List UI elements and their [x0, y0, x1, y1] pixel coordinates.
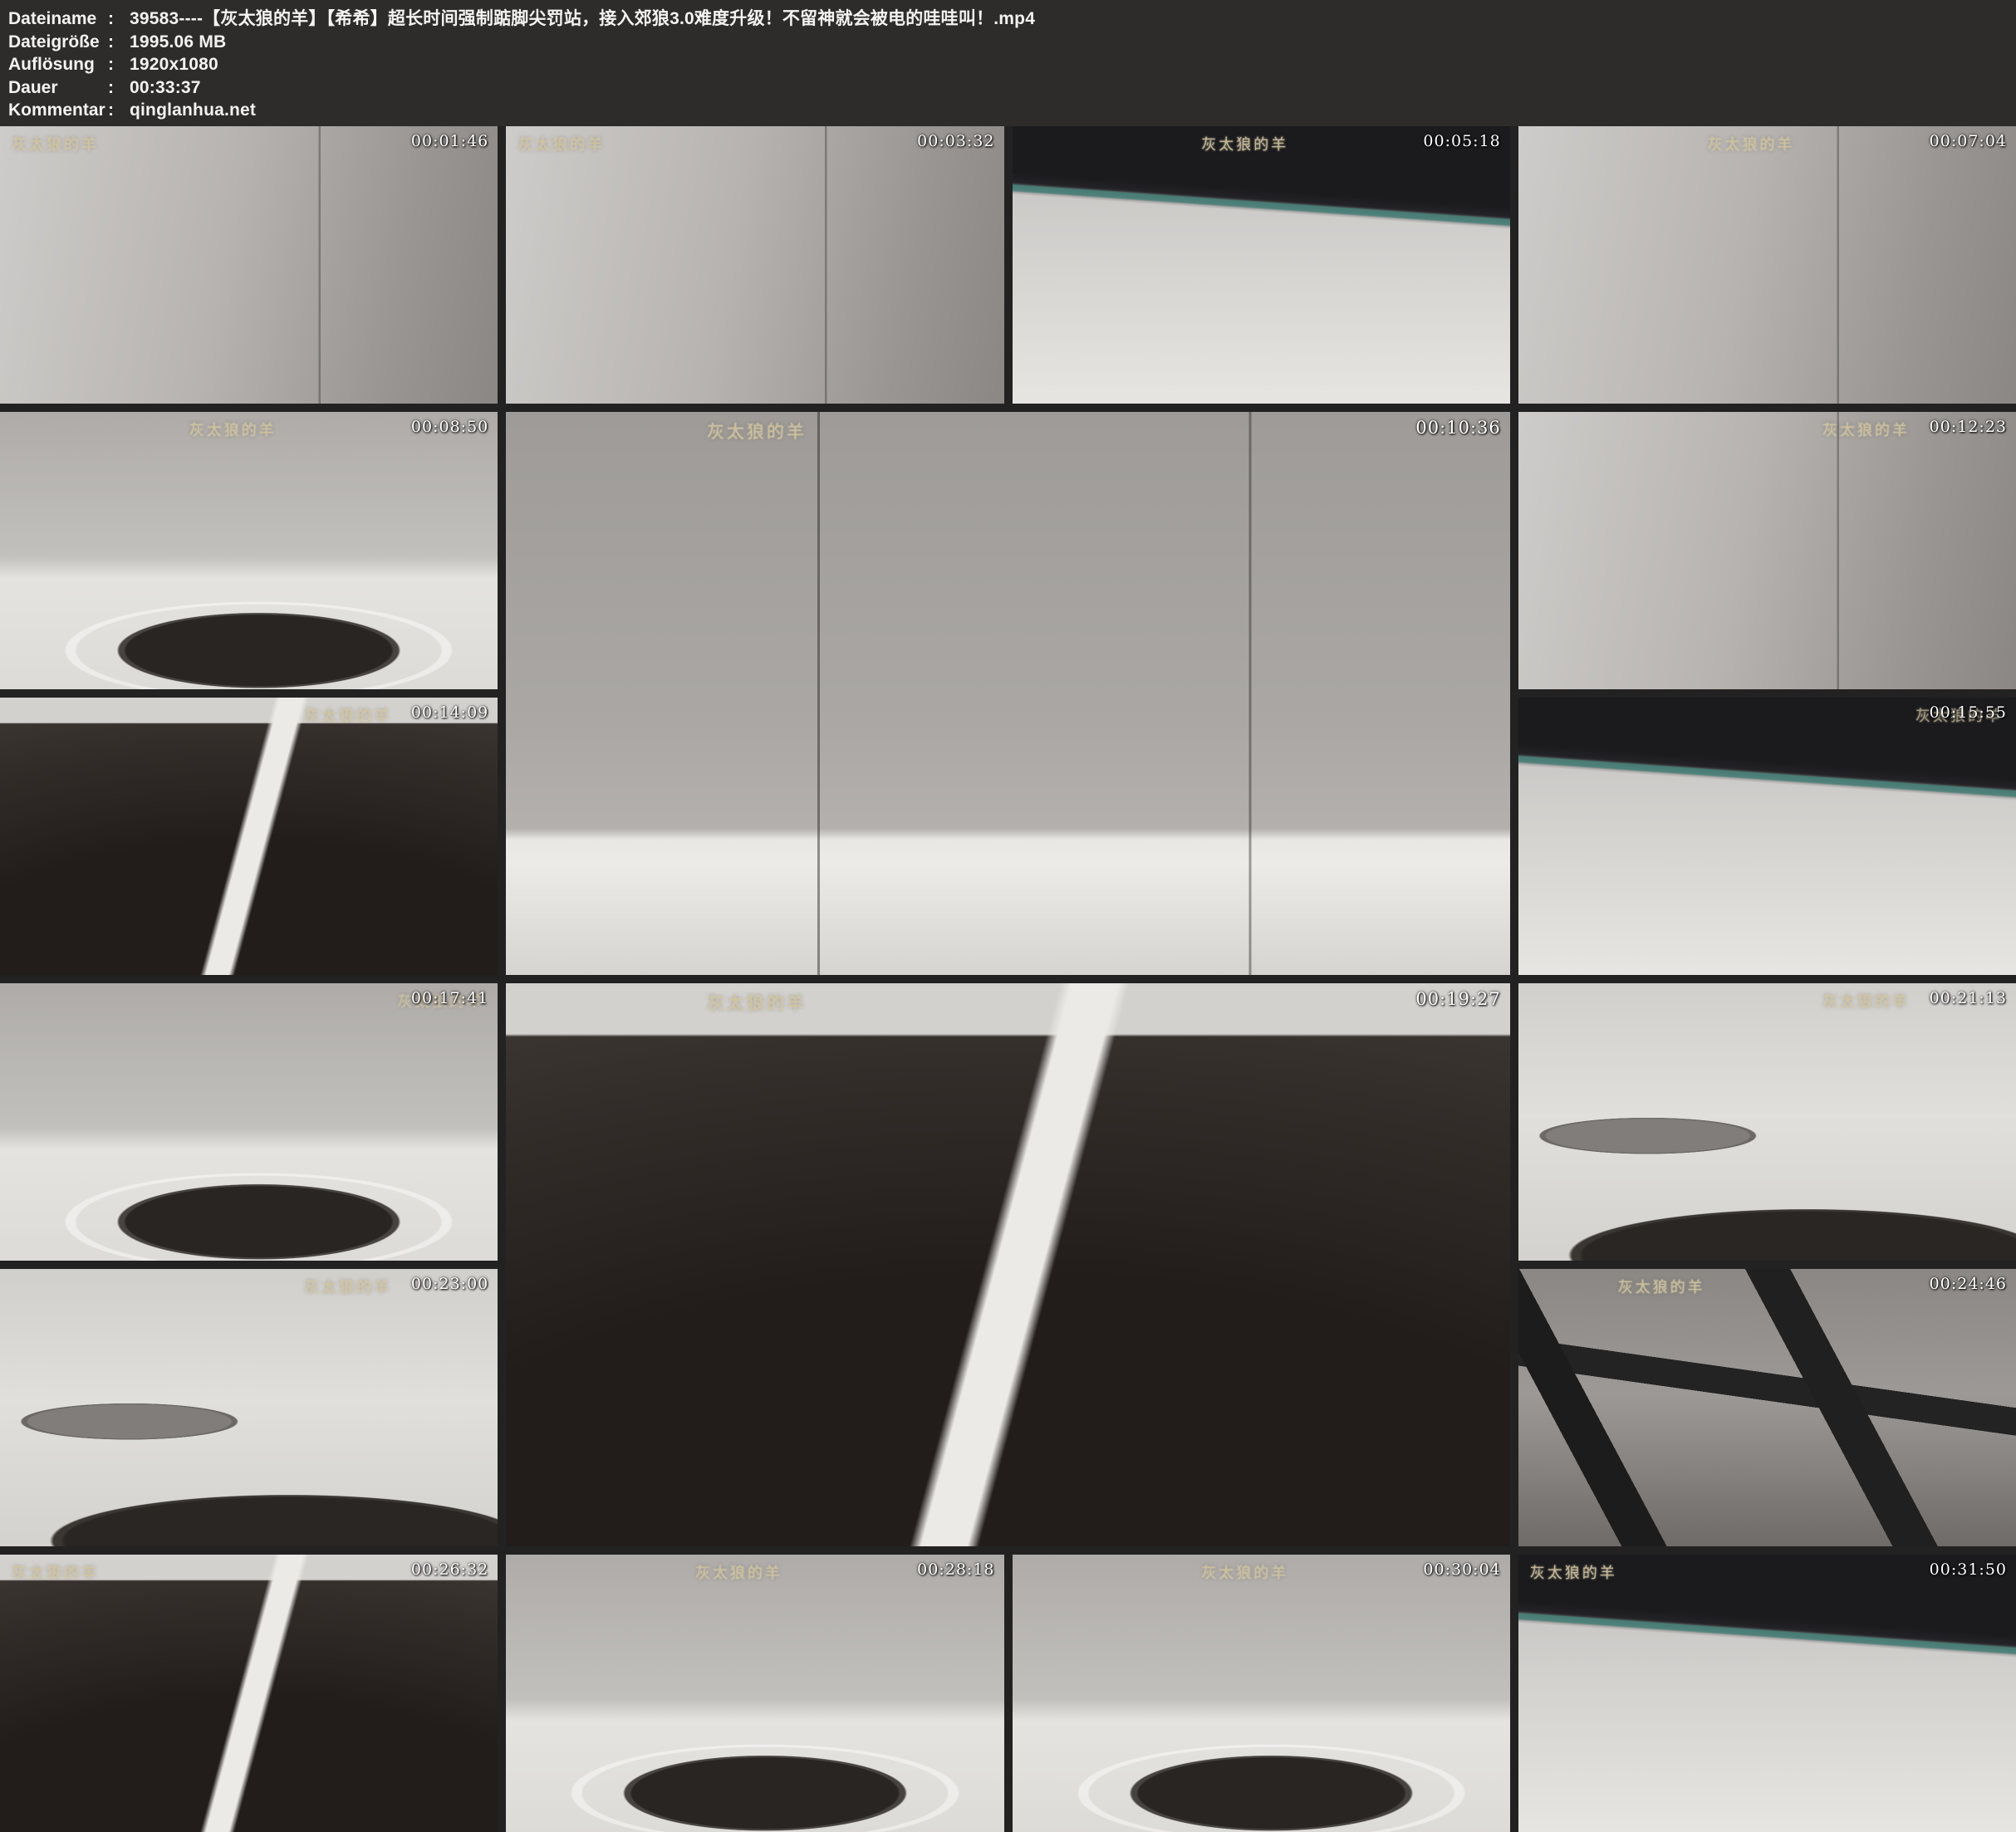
- thumbnail-grid: 灰太狼的羊 00:01:46 灰太狼的羊 00:03:32 灰太狼的羊 00:0…: [0, 126, 2016, 1832]
- watermark-text: 灰太狼的羊: [1530, 1561, 1617, 1583]
- video-thumbnail-9: 灰太狼的羊 00:15:55: [1518, 698, 2016, 975]
- video-thumbnail-8: 灰太狼的羊 00:14:09: [0, 698, 498, 975]
- filename-row: Dateiname : 39583----【灰太狼的羊】【希希】超长时间强制踮脚…: [8, 7, 2006, 31]
- video-thumbnail-18: 灰太狼的羊 00:31:50: [1518, 1555, 2016, 1832]
- duration-label: Dauer: [8, 76, 108, 100]
- video-thumbnail-17: 灰太狼的羊 00:30:04: [1013, 1555, 1510, 1832]
- filesize-value: 1995.06 MB: [130, 31, 226, 54]
- comment-label: Kommentar: [8, 99, 108, 122]
- thumbnail-timestamp: 00:31:50: [1930, 1560, 2007, 1579]
- filesize-row: Dateigröße : 1995.06 MB: [8, 31, 2006, 54]
- thumbnail-timestamp: 00:10:36: [1415, 418, 1500, 438]
- video-thumbnail-11: 灰太狼的羊 00:19:27: [506, 983, 1510, 1546]
- field-separator: :: [108, 53, 130, 76]
- watermark-text: 灰太狼的羊: [517, 133, 605, 154]
- thumbnail-timestamp: 00:28:18: [917, 1560, 994, 1579]
- field-separator: :: [108, 7, 130, 31]
- watermark-text: 灰太狼的羊: [1201, 133, 1288, 154]
- thumbnail-timestamp: 00:30:04: [1423, 1560, 1500, 1579]
- file-info-header: Dateiname : 39583----【灰太狼的羊】【希希】超长时间强制踮脚…: [0, 0, 2016, 126]
- thumbnail-timestamp: 00:15:55: [1930, 703, 2007, 722]
- field-separator: :: [108, 31, 130, 54]
- video-thumbnail-7: 灰太狼的羊 00:12:23: [1518, 412, 2016, 689]
- filename-value: 39583----【灰太狼的羊】【希希】超长时间强制踮脚尖罚站，接入郊狼3.0难…: [130, 7, 1035, 31]
- video-thumbnail-4: 灰太狼的羊 00:07:04: [1518, 126, 2016, 404]
- thumbnail-timestamp: 00:14:09: [411, 703, 488, 722]
- watermark-text: 灰太狼的羊: [1201, 1561, 1288, 1583]
- thumbnail-timestamp: 00:19:27: [1415, 989, 1500, 1009]
- watermark-text: 灰太狼的羊: [12, 1561, 99, 1583]
- duration-value: 00:33:37: [130, 76, 201, 100]
- watermark-text: 灰太狼的羊: [189, 419, 277, 440]
- thumbnail-timestamp: 00:08:50: [411, 418, 488, 436]
- watermark-text: 灰太狼的羊: [707, 990, 807, 1015]
- watermark-text: 灰太狼的羊: [695, 1561, 782, 1583]
- watermark-text: 灰太狼的羊: [1618, 1276, 1705, 1297]
- thumbnail-timestamp: 00:23:00: [411, 1275, 488, 1293]
- resolution-label: Auflösung: [8, 53, 108, 76]
- duration-row: Dauer : 00:33:37: [8, 76, 2006, 100]
- watermark-text: 灰太狼的羊: [1822, 990, 1910, 1012]
- video-thumbnail-10: 灰太狼的羊 00:17:41: [0, 983, 498, 1261]
- thumbnail-timestamp: 00:17:41: [411, 989, 488, 1007]
- video-thumbnail-14: 灰太狼的羊 00:24:46: [1518, 1269, 2016, 1546]
- thumbnail-timestamp: 00:26:32: [411, 1560, 488, 1579]
- resolution-row: Auflösung : 1920x1080: [8, 53, 2006, 76]
- video-thumbnail-5: 灰太狼的羊 00:08:50: [0, 412, 498, 689]
- video-thumbnail-15: 灰太狼的羊 00:26:32: [0, 1555, 498, 1832]
- field-separator: :: [108, 99, 130, 122]
- thumbnail-timestamp: 00:01:46: [411, 132, 488, 150]
- thumbnail-timestamp: 00:12:23: [1930, 418, 2007, 436]
- watermark-text: 灰太狼的羊: [707, 419, 807, 443]
- thumbnail-timestamp: 00:21:13: [1930, 989, 2007, 1007]
- video-thumbnail-16: 灰太狼的羊 00:28:18: [506, 1555, 1003, 1832]
- watermark-text: 灰太狼的羊: [1707, 133, 1794, 154]
- thumbnail-timestamp: 00:24:46: [1930, 1275, 2007, 1293]
- watermark-text: 灰太狼的羊: [1822, 419, 1910, 440]
- filesize-label: Dateigröße: [8, 31, 108, 54]
- thumbnail-timestamp: 00:03:32: [917, 132, 994, 150]
- watermark-text: 灰太狼的羊: [304, 1276, 391, 1297]
- video-thumbnail-12: 灰太狼的羊 00:21:13: [1518, 983, 2016, 1261]
- video-thumbnail-1: 灰太狼的羊 00:01:46: [0, 126, 498, 404]
- comment-row: Kommentar : qinglanhua.net: [8, 99, 2006, 122]
- thumbnail-timestamp: 00:07:04: [1930, 132, 2007, 150]
- field-separator: :: [108, 76, 130, 100]
- video-thumbnail-6: 灰太狼的羊 00:10:36: [506, 412, 1510, 975]
- video-thumbnail-13: 灰太狼的羊 00:23:00: [0, 1269, 498, 1546]
- watermark-text: 灰太狼的羊: [304, 704, 391, 726]
- video-thumbnail-2: 灰太狼的羊 00:03:32: [506, 126, 1003, 404]
- watermark-text: 灰太狼的羊: [12, 133, 99, 154]
- resolution-value: 1920x1080: [130, 53, 218, 76]
- filename-label: Dateiname: [8, 7, 108, 31]
- video-thumbnail-3: 灰太狼的羊 00:05:18: [1013, 126, 1510, 404]
- comment-value: qinglanhua.net: [130, 99, 256, 122]
- thumbnail-timestamp: 00:05:18: [1423, 132, 1500, 150]
